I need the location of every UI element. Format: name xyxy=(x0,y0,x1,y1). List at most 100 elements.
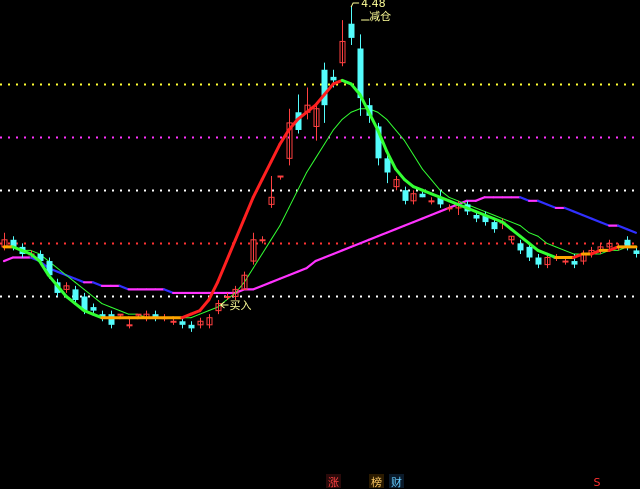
ma-long-segment-67 xyxy=(590,217,602,224)
ma-fast-line xyxy=(2,78,638,320)
ma-mid-segment-31 xyxy=(270,225,281,241)
ma-mid-segment-59 xyxy=(519,225,530,234)
ma-long-segment-30 xyxy=(261,281,273,287)
ma-long-segment-42 xyxy=(367,235,379,241)
ma-long-segment-41 xyxy=(358,238,370,245)
candle-29 xyxy=(259,236,266,244)
ma-long-segment-34 xyxy=(296,267,308,273)
ma-mid-segment-44 xyxy=(386,118,397,131)
ma-long-segment-19 xyxy=(163,288,175,295)
badge-list[interactable]: 榜 xyxy=(371,475,382,489)
ma-mid-segment-63 xyxy=(555,246,566,251)
candle-39 xyxy=(348,6,355,45)
ma-mid-segment-34 xyxy=(297,171,308,191)
candle-body-53 xyxy=(473,215,480,219)
ma-long-segment-36 xyxy=(314,256,326,263)
ma-long-segment-14 xyxy=(118,284,130,291)
ma-long-segment-61 xyxy=(536,199,549,206)
candle-33 xyxy=(295,94,302,134)
ma-mid-segment-35 xyxy=(306,157,316,173)
candle-body-48 xyxy=(428,200,435,203)
ma-long-segment-11 xyxy=(91,281,104,287)
ma-mid-segment-47 xyxy=(412,154,423,170)
candle-body-58 xyxy=(517,243,524,251)
candle-body-39 xyxy=(348,23,355,38)
ma-mid-segment-49 xyxy=(430,179,441,191)
ma-mid-segment-45 xyxy=(395,129,405,142)
badge-up[interactable]: 涨 xyxy=(328,476,339,489)
candle-body-8 xyxy=(72,289,79,301)
ma-mid-segment-39 xyxy=(341,111,352,120)
candle-body-21 xyxy=(188,324,195,329)
ma-long-segment-38 xyxy=(332,249,344,256)
ma-mid-segment-46 xyxy=(404,140,414,156)
ma-mid-line xyxy=(3,108,637,319)
sell-signal-label: 减仓 xyxy=(369,9,391,23)
ma-fast-segment-25 xyxy=(216,259,228,284)
high-price-label: 4.48 xyxy=(361,0,386,10)
ma-mid-segment-13 xyxy=(110,306,121,312)
ma-long-segment-39 xyxy=(341,245,353,252)
ma-long-segment-46 xyxy=(403,220,415,227)
ma-long-segment-59 xyxy=(519,196,531,202)
buy-signal-label: 买入 xyxy=(230,299,252,312)
ma-mid-segment-32 xyxy=(279,207,290,227)
ma-long-segment-54 xyxy=(474,196,486,202)
candle-40 xyxy=(357,34,364,116)
candle-body-71 xyxy=(633,250,640,254)
ma-long-segment-32 xyxy=(278,274,290,280)
ma-long-segment-47 xyxy=(412,217,424,224)
candle-body-10 xyxy=(90,307,97,311)
candle-body-60 xyxy=(535,257,542,265)
candle-body-29 xyxy=(259,239,266,242)
candle-body-20 xyxy=(179,321,186,325)
candle-48 xyxy=(428,197,435,205)
ma-mid-segment-11 xyxy=(92,295,103,305)
candle-35 xyxy=(313,105,320,141)
ma-fast-segment-29 xyxy=(251,178,264,199)
candle-23 xyxy=(206,314,213,329)
ma-long-segment-64 xyxy=(563,206,575,213)
candle-16 xyxy=(143,310,150,322)
candle-12 xyxy=(108,310,115,329)
ma-mid-segment-33 xyxy=(288,189,299,209)
candle-20 xyxy=(179,317,186,329)
candle-body-13 xyxy=(117,313,124,316)
candle-38 xyxy=(339,20,346,67)
candle-71 xyxy=(633,246,640,258)
ma-mid-segment-62 xyxy=(546,242,557,248)
candle-body-31 xyxy=(277,175,284,178)
ma-long-segment-37 xyxy=(323,252,335,259)
ma-long-segment-9 xyxy=(74,277,86,284)
ma-long-segment-44 xyxy=(385,228,397,234)
candle-14 xyxy=(126,317,133,329)
candlestick-chart[interactable]: 4.48 减仓 买入 涨 榜 财 S xyxy=(0,0,640,489)
candle-21 xyxy=(188,321,195,332)
ma-mid-segment-48 xyxy=(421,168,432,181)
candle-body-15 xyxy=(135,313,142,316)
ma-long-segment-49 xyxy=(430,210,442,217)
ma-mid-segment-36 xyxy=(315,143,325,159)
candle-body-12 xyxy=(108,314,115,325)
candle-46 xyxy=(410,190,417,205)
ma-fast-segment-57 xyxy=(500,220,513,231)
ma-fast-segment-6 xyxy=(47,273,59,288)
candle-44 xyxy=(393,176,400,191)
ma-long-segment-65 xyxy=(572,210,584,217)
ma-mid-segment-40 xyxy=(350,108,361,113)
candle-body-36 xyxy=(321,69,328,106)
ma-long-segment-70 xyxy=(616,224,629,231)
ma-long-segment-62 xyxy=(545,203,557,210)
candle-body-63 xyxy=(562,260,569,263)
ma-mid-segment-37 xyxy=(323,129,334,145)
ma-mid-segment-9 xyxy=(74,281,85,290)
ma-long-segment-45 xyxy=(394,224,406,231)
ma-mid-segment-12 xyxy=(101,303,112,308)
candle-28 xyxy=(250,232,257,265)
candle-body-45 xyxy=(402,190,409,201)
ma-mid-segment-30 xyxy=(261,239,272,255)
badge-fin[interactable]: 财 xyxy=(391,475,402,489)
badge-s[interactable]: S xyxy=(594,476,601,489)
buy-arrow-icon xyxy=(220,301,229,309)
ma-fast-segment-41 xyxy=(358,93,371,114)
